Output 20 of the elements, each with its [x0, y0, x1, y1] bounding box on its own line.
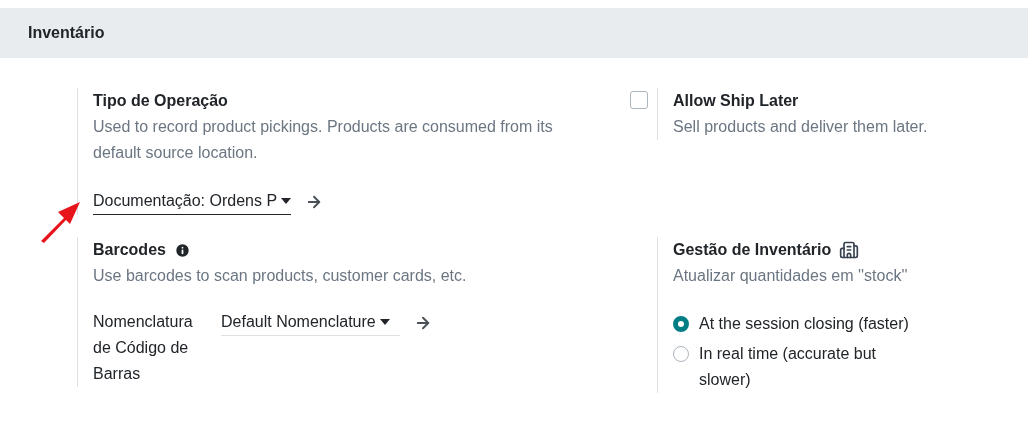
caret-icon: [379, 319, 390, 325]
select-field[interactable]: Default Nomenclature: [221, 309, 400, 336]
setting-title: Tipo de Operação: [93, 91, 228, 111]
section-title: Inventário: [28, 24, 105, 42]
radio-button[interactable]: [673, 346, 689, 362]
setting-title: Barcodes: [93, 240, 166, 260]
radio-button[interactable]: [673, 316, 689, 332]
setting-title: Allow Ship Later: [673, 91, 799, 111]
setting-description: Use barcodes to scan products, customer cards, etc.: [93, 266, 467, 286]
radio-label: In real time (accurate but slower): [699, 344, 877, 390]
field-label: Nomenclatura de Código de Barras: [93, 312, 194, 384]
setting-description: Atualizar quantidades em ''stock'': [673, 266, 909, 286]
setting-description: Used to record product pickings. Products are consumed from its default source location.: [93, 117, 554, 163]
setting-description: Sell products and deliver them later.: [673, 117, 928, 137]
radio-label: At the session closing (faster): [699, 314, 909, 334]
checkbox[interactable]: [629, 91, 648, 109]
info-icon[interactable]: [173, 241, 191, 259]
caret-icon: [281, 198, 292, 204]
setting-title: Gestão de Inventário: [673, 240, 832, 260]
select-field[interactable]: Documentação: Ordens P: [93, 188, 292, 215]
